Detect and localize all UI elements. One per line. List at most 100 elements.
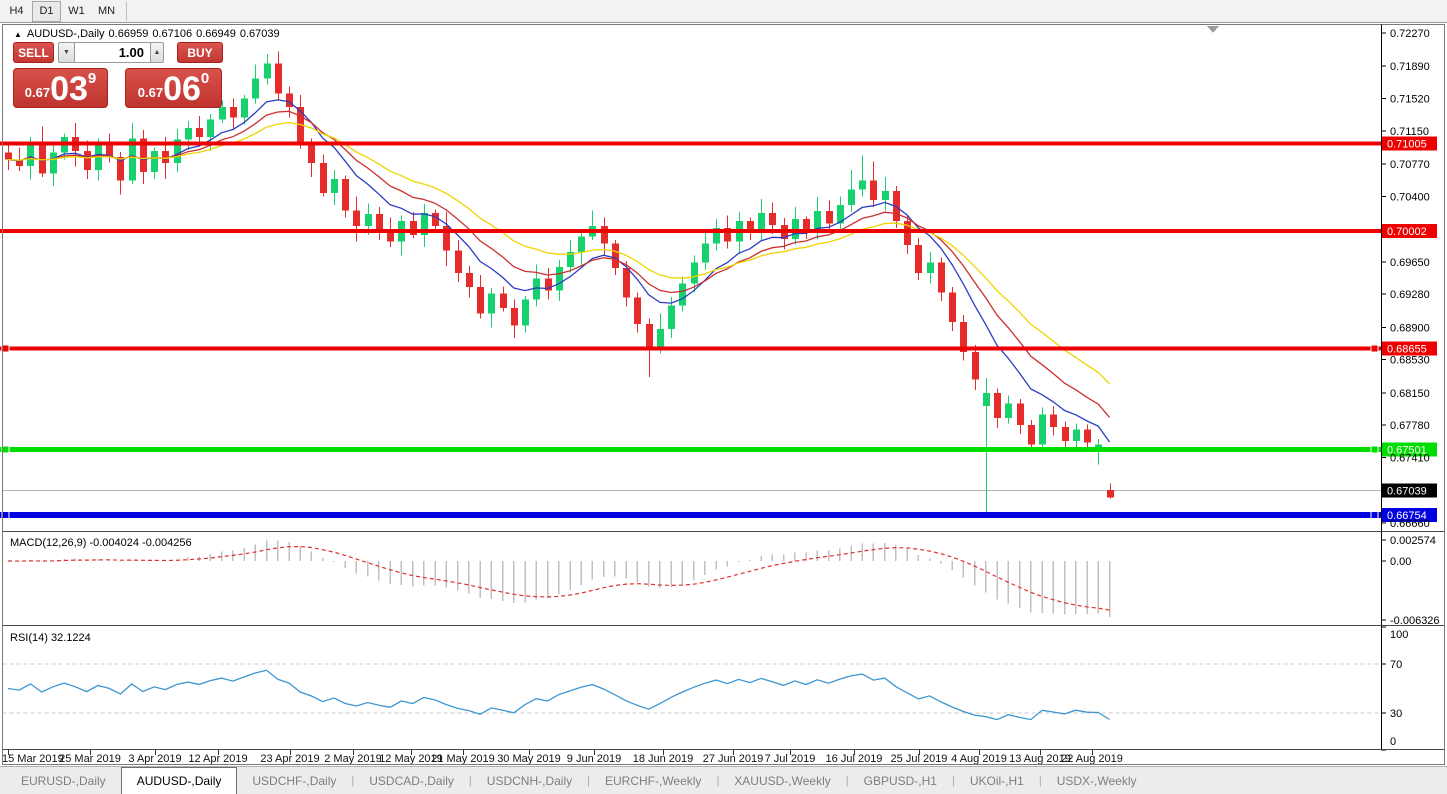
panel-borders <box>2 24 1445 765</box>
candle-body <box>286 93 293 108</box>
buy-price-panel[interactable]: 0.67 06 0 <box>125 68 222 108</box>
indicator-panels: MACD(12,26,9) -0.004024 -0.004256 0.00257… <box>2 535 1440 751</box>
chart-tab-usdcad[interactable]: USDCAD-,Daily <box>354 767 469 794</box>
date-tick-label: 2 May 2019 <box>324 753 381 765</box>
candle-body <box>5 152 12 160</box>
candle-body <box>500 293 507 309</box>
rsi-axis-label: 30 <box>1390 708 1402 720</box>
price-tick-label: 0.69280 <box>1390 289 1430 301</box>
ohlc-open: 0.66959 <box>108 28 149 40</box>
ohlc-close: 0.67039 <box>239 28 280 40</box>
price-tick-label: 0.68530 <box>1390 355 1430 367</box>
price-tick-label: 0.69650 <box>1390 257 1430 269</box>
candle-body <box>1017 403 1024 426</box>
candle-body <box>264 63 271 79</box>
candle-body <box>241 98 248 118</box>
candle-body <box>578 236 585 253</box>
candle-body <box>949 292 956 323</box>
candle-body <box>320 163 327 193</box>
candle-body <box>668 305 675 330</box>
terminal-window: H4 D1 W1 MN 0.71005 0.70002 0.68655 0.67501 0.6… <box>0 0 1447 794</box>
price-tick-label: 0.67780 <box>1390 420 1430 432</box>
candle-body <box>522 299 529 326</box>
chart-tab-usdcnh[interactable]: USDCNH-,Daily <box>472 767 587 794</box>
chart-tab-usdx[interactable]: USDX-,Weekly <box>1042 767 1152 794</box>
chart-tab-audusd[interactable]: AUDUSD-,Daily <box>120 767 238 794</box>
sell-button[interactable]: SELL <box>13 42 54 63</box>
horizontal-levels-layer[interactable]: 0.710050.700020.686550.675010.667540.670… <box>0 136 1437 522</box>
level-line-handle[interactable] <box>1370 344 1379 353</box>
level-line-handle[interactable] <box>1 510 10 519</box>
date-tick-label: 15 Mar 2019 <box>2 753 64 765</box>
candle-body <box>455 250 462 274</box>
chart-tab-eurchf[interactable]: EURCHF-,Weekly <box>590 767 716 794</box>
candle-body <box>826 211 833 224</box>
price-tick-label: 0.68150 <box>1390 388 1430 400</box>
candle-body <box>623 267 630 298</box>
price-tick-label: 0.71150 <box>1390 126 1429 138</box>
chart-canvas[interactable]: 0.710050.700020.686550.675010.667540.670… <box>0 0 1447 794</box>
price-tick-label: 0.70770 <box>1390 159 1430 171</box>
candle-body <box>1050 414 1057 427</box>
candle-body <box>1073 429 1080 441</box>
sell-price-sup: 9 <box>87 70 97 87</box>
candle-body <box>219 107 226 120</box>
date-tick-label: 18 Jun 2019 <box>633 753 694 765</box>
level-line-handle[interactable] <box>1 445 10 454</box>
volume-decrease-button[interactable]: ▼ <box>58 42 75 63</box>
price-tick-label: 0.71890 <box>1390 61 1430 73</box>
chart-tab-eurusd[interactable]: EURUSD-,Daily <box>6 767 121 794</box>
chart-tab-gbpusd[interactable]: GBPUSD-,H1 <box>849 767 952 794</box>
candle-body <box>477 287 484 314</box>
price-tick-label: 0.70400 <box>1390 191 1430 203</box>
ohlc-high: 0.67106 <box>152 28 193 40</box>
price-tick-label: 0.66660 <box>1390 518 1430 530</box>
candle-body <box>679 283 686 306</box>
chart-tab-xauusd[interactable]: XAUUSD-,Weekly <box>719 767 845 794</box>
chart-tab-ukoil[interactable]: UKOil-,H1 <box>955 767 1039 794</box>
candle-body <box>1005 403 1012 419</box>
level-line-handle[interactable] <box>1370 510 1379 519</box>
candle-body <box>1028 425 1035 445</box>
price-tick-label: 0.68900 <box>1390 322 1430 334</box>
date-tick-label: 7 Jul 2019 <box>765 753 816 765</box>
candle-body <box>95 145 102 171</box>
candle-body <box>230 107 237 118</box>
sell-price-panel[interactable]: 0.67 03 9 <box>13 68 108 108</box>
price-tick-label: 0.67410 <box>1390 452 1430 464</box>
candle-body <box>882 191 889 200</box>
current-price-label: 0.67039 <box>1387 486 1427 498</box>
chart-tab-usdchf[interactable]: USDCHF-,Daily <box>237 767 351 794</box>
chart-tab-bar: EURUSD-,Daily AUDUSD-,Daily USDCHF-,Daily |… <box>0 766 1447 794</box>
volume-input[interactable] <box>74 42 151 63</box>
date-tick-label: 30 May 2019 <box>497 753 561 765</box>
rsi-line <box>7 669 1110 721</box>
candle-body <box>1062 426 1069 441</box>
candle-body <box>466 273 473 288</box>
volume-increase-button[interactable]: ▲ <box>150 42 164 63</box>
collapse-icon[interactable]: ▲ <box>14 30 22 39</box>
candle-body <box>859 180 866 190</box>
date-tick-label: 9 Jun 2019 <box>567 753 621 765</box>
candle-body <box>556 267 563 291</box>
candle-body <box>870 180 877 200</box>
buy-button[interactable]: BUY <box>177 42 223 63</box>
level-line-handle[interactable] <box>1 344 10 353</box>
candle-body <box>702 243 709 263</box>
candle-body <box>342 178 349 211</box>
candle-body <box>994 392 1001 419</box>
candle-body <box>792 219 799 240</box>
candle-body <box>331 178 338 193</box>
candle-body <box>1039 414 1046 445</box>
date-tick-label: 4 Aug 2019 <box>951 753 1007 765</box>
one-click-trading-panel: SELL ▼ ▲ BUY 0.67 03 9 0.67 06 0 <box>13 42 225 108</box>
candle-body <box>488 293 495 314</box>
candle-body <box>162 150 169 164</box>
candle-body <box>848 189 855 206</box>
chart-shift-marker-icon[interactable] <box>1207 26 1219 33</box>
chart-title: ▲ AUDUSD-,Daily 0.66959 0.67106 0.66949 0.670… <box>14 28 284 40</box>
candle-body <box>376 213 383 230</box>
candle-body <box>691 262 698 284</box>
level-line-handle[interactable] <box>1370 445 1379 454</box>
candle-body <box>275 63 282 94</box>
